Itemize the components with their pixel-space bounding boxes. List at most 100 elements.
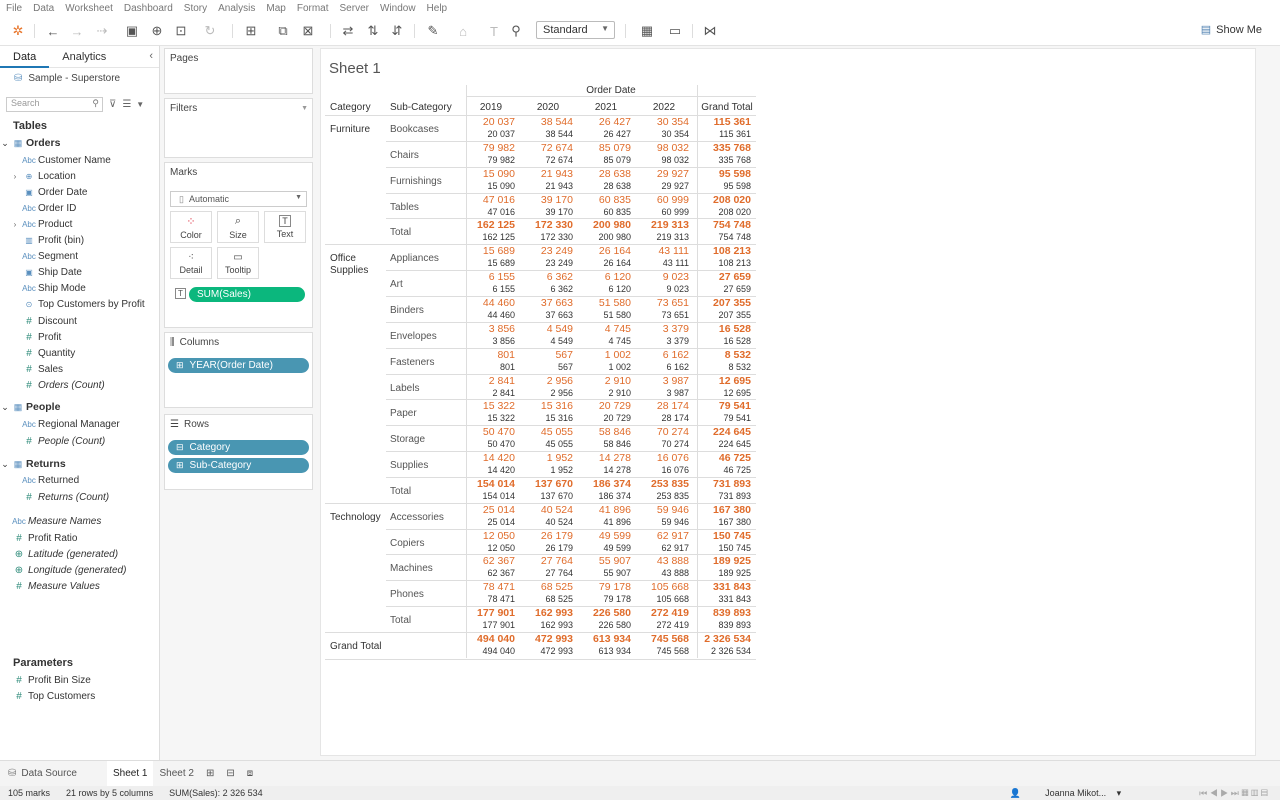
text-button[interactable]: T Text — [264, 211, 306, 243]
sales-value[interactable]: 29 927 — [639, 168, 689, 180]
sales-value[interactable]: 39 170 — [523, 194, 573, 206]
year-order-date-pill[interactable]: ⊞ YEAR(Order Date) — [168, 358, 309, 373]
sum-sales-pill[interactable]: SUM(Sales) — [189, 287, 305, 302]
field-item[interactable]: Abc Returned — [10, 472, 79, 488]
view-list-icon[interactable]: ☰ — [122, 99, 131, 110]
sales-value[interactable]: 47 016 — [467, 194, 515, 206]
share-icon[interactable]: ⋈ — [699, 16, 721, 46]
header-year[interactable]: 2020 — [523, 102, 573, 113]
color-button[interactable]: ⁘ Color — [170, 211, 212, 243]
field-item[interactable]: ⊙ Top Customers by Profit — [10, 296, 145, 312]
header-category[interactable]: Category — [330, 102, 390, 113]
sub-category-label[interactable]: Storage — [390, 434, 460, 445]
field-item[interactable]: # Returns (Count) — [10, 489, 109, 505]
field-item[interactable]: ⊕ Longitude (generated) — [0, 562, 127, 578]
tab-analytics[interactable]: Analytics — [49, 46, 119, 68]
collapse-arrow-icon[interactable]: ⌄ — [0, 402, 10, 413]
sales-value[interactable]: 2 956 — [523, 375, 573, 387]
field-item[interactable]: # Top Customers — [0, 688, 95, 704]
search-input[interactable]: Search ⚲ — [6, 96, 103, 112]
sales-value[interactable]: 45 055 — [523, 426, 573, 438]
sales-value[interactable]: 207 355 — [698, 297, 751, 309]
sales-value[interactable]: 62 367 — [467, 555, 515, 567]
sales-value[interactable]: 16 076 — [639, 452, 689, 464]
category-label[interactable]: Furniture — [330, 124, 388, 136]
sales-value[interactable]: 15 689 — [467, 245, 515, 257]
sales-value[interactable]: 59 946 — [639, 504, 689, 516]
sales-value[interactable]: 162 993 — [523, 607, 573, 619]
sales-value[interactable]: 177 901 — [467, 607, 515, 619]
sales-value[interactable]: 12 695 — [698, 375, 751, 387]
sales-value[interactable]: 137 670 — [523, 478, 573, 490]
expand-arrow-icon[interactable]: › — [10, 172, 20, 181]
save-icon[interactable]: ▣ — [121, 16, 143, 46]
header-year[interactable]: 2021 — [581, 102, 631, 113]
collapse-arrow-icon[interactable]: ⌄ — [0, 138, 10, 149]
field-item[interactable]: # Orders (Count) — [10, 377, 104, 393]
sales-value[interactable]: 26 164 — [581, 245, 631, 257]
sales-value[interactable]: 1 952 — [523, 452, 573, 464]
sales-value[interactable]: 16 528 — [698, 323, 751, 335]
sales-value[interactable]: 226 580 — [581, 607, 631, 619]
sales-value[interactable]: 3 856 — [467, 323, 515, 335]
sub-category-pill[interactable]: ⊞ Sub-Category — [168, 458, 309, 473]
fix-axes-icon[interactable]: ⚲ — [505, 16, 527, 46]
sub-category-label[interactable]: Total — [390, 227, 460, 238]
clear-sheet-icon[interactable]: ⊠ — [297, 16, 319, 46]
sales-value[interactable]: 25 014 — [467, 504, 515, 516]
table-returns[interactable]: ⌄ ▦ Returns — [0, 456, 65, 472]
field-item[interactable]: Abc Customer Name — [10, 152, 111, 168]
grand-total-label[interactable]: Grand Total — [330, 641, 410, 652]
presentation-mode-icon[interactable]: ▭ — [664, 16, 686, 46]
sales-value[interactable]: 40 524 — [523, 504, 573, 516]
sales-value[interactable]: 172 330 — [523, 219, 573, 231]
sales-value[interactable]: 72 674 — [523, 142, 573, 154]
sales-value[interactable]: 51 580 — [581, 297, 631, 309]
sales-value[interactable]: 754 748 — [698, 219, 751, 231]
undo-icon[interactable]: ← — [42, 16, 64, 46]
sales-value[interactable]: 105 668 — [639, 581, 689, 593]
tab-sheet-1[interactable]: Sheet 1 — [106, 760, 154, 787]
sales-value[interactable]: 60 999 — [639, 194, 689, 206]
menu-item-dashboard[interactable]: Dashboard — [124, 3, 173, 14]
sales-value[interactable]: 6 362 — [523, 271, 573, 283]
header-sub-category[interactable]: Sub-Category — [390, 102, 460, 113]
sales-value[interactable]: 567 — [523, 349, 573, 361]
sales-value[interactable]: 41 896 — [581, 504, 631, 516]
header-year[interactable]: 2022 — [639, 102, 689, 113]
category-label[interactable]: Office Supplies — [330, 253, 388, 277]
menu-item-data[interactable]: Data — [33, 3, 54, 14]
menu-item-help[interactable]: Help — [427, 3, 448, 14]
sub-category-label[interactable]: Supplies — [390, 460, 460, 471]
sort-ascending-icon[interactable]: ⇅ — [362, 16, 384, 46]
field-item[interactable]: # Discount — [10, 313, 77, 329]
sales-value[interactable]: 731 893 — [698, 478, 751, 490]
sub-category-label[interactable]: Labels — [390, 383, 460, 394]
sales-value[interactable]: 162 125 — [467, 219, 515, 231]
fit-dropdown[interactable]: Standard ▼ — [536, 21, 615, 39]
field-item[interactable]: # Quantity — [10, 345, 75, 361]
sub-category-label[interactable]: Bookcases — [390, 124, 460, 135]
field-item[interactable]: ▣ Order Date — [10, 184, 87, 200]
sub-category-label[interactable]: Furnishings — [390, 176, 460, 187]
highlight-icon[interactable]: ✎ — [422, 16, 444, 46]
sub-category-label[interactable]: Fasteners — [390, 357, 460, 368]
field-item[interactable]: # Profit Ratio — [0, 530, 77, 546]
expand-arrow-icon[interactable]: › — [10, 220, 20, 229]
pages-shelf[interactable]: Pages — [164, 48, 313, 94]
size-button[interactable]: ⌕ Size — [217, 211, 259, 243]
field-item[interactable]: # Profit — [10, 329, 61, 345]
sales-value[interactable]: 154 014 — [467, 478, 515, 490]
rows-shelf[interactable]: ☰ Rows ⊟ Category ⊞ Sub-Category — [164, 414, 313, 490]
sales-value[interactable]: 167 380 — [698, 504, 751, 516]
new-dashboard-icon[interactable]: ⊟ — [220, 761, 240, 787]
sales-value[interactable]: 27 659 — [698, 271, 751, 283]
sales-value[interactable]: 3 379 — [639, 323, 689, 335]
field-item[interactable]: # Sales — [10, 361, 63, 377]
sales-value[interactable]: 219 313 — [639, 219, 689, 231]
swap-rows-columns-icon[interactable]: ⇄ — [337, 16, 359, 46]
tooltip-button[interactable]: ▭ Tooltip — [217, 247, 259, 279]
menu-item-analysis[interactable]: Analysis — [218, 3, 255, 14]
sales-value[interactable]: 15 090 — [467, 168, 515, 180]
group-members-icon[interactable]: ⌂ — [452, 16, 474, 46]
